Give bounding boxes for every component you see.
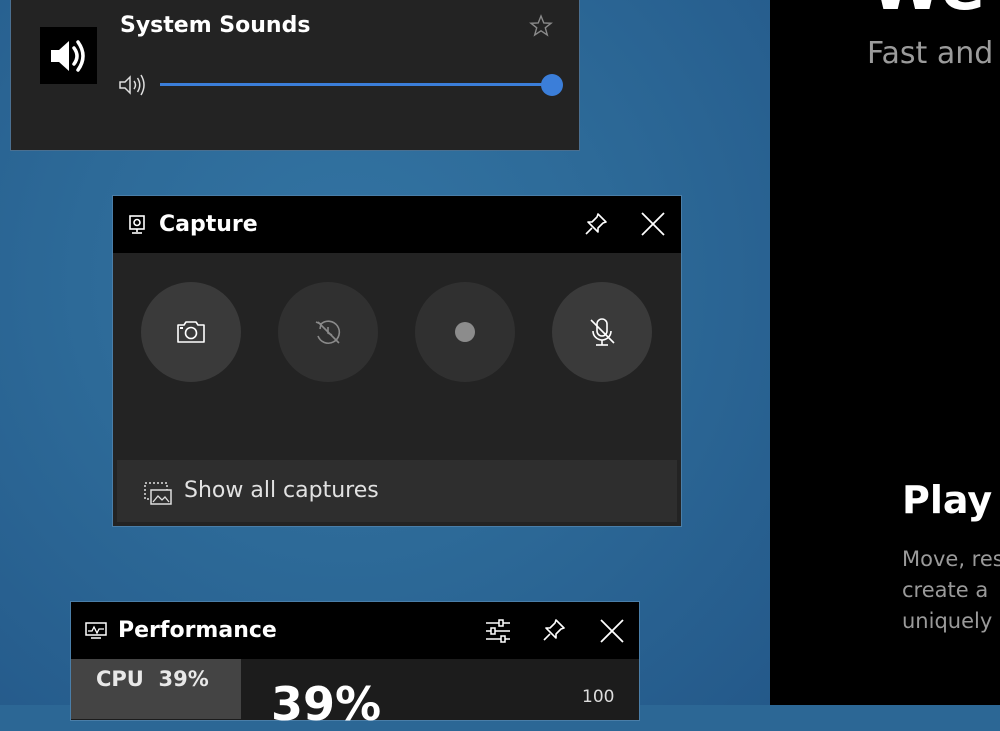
tagline-text: Fast and c bbox=[867, 36, 1000, 71]
capture-widget: Capture Show all captures bbox=[112, 195, 682, 527]
capture-title: Capture bbox=[159, 212, 258, 237]
capture-widget-icon bbox=[129, 215, 145, 234]
mic-off-icon bbox=[590, 318, 615, 346]
performance-title: Performance bbox=[118, 618, 277, 643]
performance-monitor-icon bbox=[85, 622, 107, 639]
cpu-value: 39% bbox=[158, 667, 209, 691]
welcome-heading: We bbox=[870, 0, 985, 25]
xbox-app-panel: We Fast and c Play y Move, res create a … bbox=[770, 0, 1000, 705]
gallery-icon bbox=[144, 482, 172, 505]
camera-icon bbox=[177, 321, 205, 343]
performance-header: Performance bbox=[71, 602, 639, 659]
play-description-line: Move, res bbox=[902, 547, 1000, 571]
graph-scale-max: 100 bbox=[582, 687, 615, 707]
cpu-tab[interactable]: CPU 39% bbox=[71, 659, 241, 719]
pin-icon[interactable] bbox=[541, 617, 567, 643]
start-recording-button[interactable] bbox=[415, 282, 515, 382]
cpu-tab-label: CPU 39% bbox=[96, 667, 209, 691]
system-sounds-title: System Sounds bbox=[120, 13, 311, 38]
capture-header: Capture bbox=[113, 196, 681, 253]
volume-slider[interactable] bbox=[160, 74, 563, 96]
close-icon[interactable] bbox=[640, 211, 666, 237]
play-description-line: uniquely bbox=[902, 609, 993, 633]
record-last-30s-button[interactable] bbox=[278, 282, 378, 382]
cpu-label: CPU bbox=[96, 667, 144, 691]
pin-icon[interactable] bbox=[583, 211, 609, 237]
play-heading: Play y bbox=[902, 478, 1000, 522]
microphone-toggle-button[interactable] bbox=[552, 282, 652, 382]
close-icon[interactable] bbox=[599, 618, 625, 644]
record-dot-icon bbox=[455, 322, 475, 342]
system-sounds-widget: System Sounds bbox=[10, 0, 580, 151]
volume-slider-thumb[interactable] bbox=[541, 74, 563, 96]
show-all-captures-button[interactable]: Show all captures bbox=[117, 460, 677, 522]
replay-disabled-icon bbox=[315, 320, 341, 345]
settings-sliders-icon[interactable] bbox=[484, 618, 512, 644]
volume-icon[interactable] bbox=[118, 73, 146, 97]
play-description: Move, res create a uniquely bbox=[902, 544, 1000, 637]
screenshot-button[interactable] bbox=[141, 282, 241, 382]
show-all-captures-label: Show all captures bbox=[184, 478, 379, 503]
cpu-usage-readout: 39% bbox=[271, 677, 382, 731]
speaker-icon bbox=[40, 27, 97, 84]
performance-widget: Performance CPU 39% 39% 100 bbox=[70, 601, 640, 731]
favorite-star-icon[interactable] bbox=[529, 14, 553, 38]
play-description-line: create a bbox=[902, 578, 989, 602]
volume-slider-fill bbox=[160, 83, 552, 86]
